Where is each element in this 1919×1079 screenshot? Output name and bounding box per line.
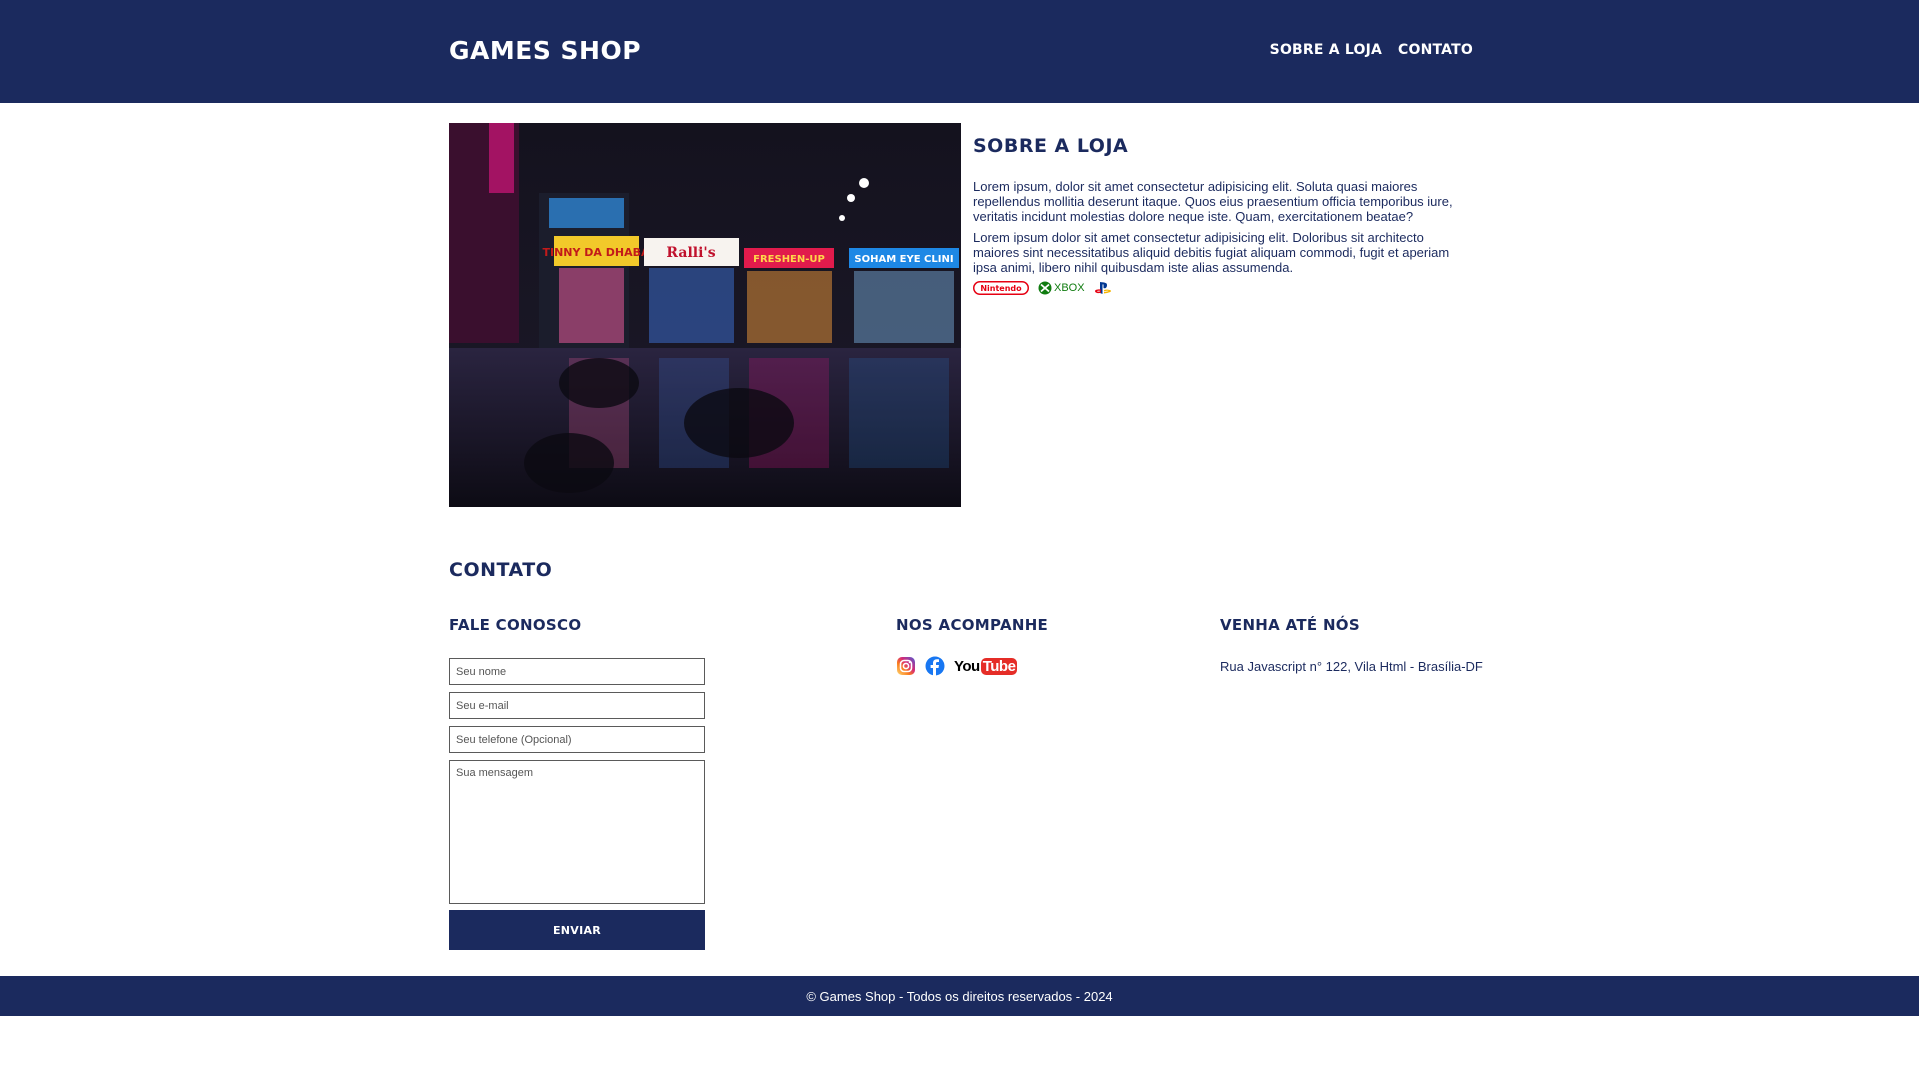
youtube-you-text: You — [954, 657, 980, 675]
phone-input[interactable] — [449, 726, 705, 753]
store-address: Rua Javascript n° 122, Vila Html - Brasí… — [1220, 659, 1483, 674]
main-nav: Sobre a loja Contato — [1270, 42, 1473, 58]
site-header: Games Shop Sobre a loja Contato — [0, 0, 1919, 103]
send-button[interactable]: Enviar — [449, 910, 705, 950]
instagram-icon[interactable] — [896, 656, 916, 676]
store-photo: TINNY DA DHABA Ralli's FRESHEN-UP SOHAM … — [449, 123, 961, 507]
about-paragraph-2: Lorem ipsum dolor sit amet consectetur a… — [973, 230, 1450, 275]
photo-sign-4: SOHAM EYE CLINI — [854, 254, 953, 265]
site-footer: © Games Shop - Todos os direitos reserva… — [0, 976, 1919, 1016]
copyright-text: © Games Shop - Todos os direitos reserva… — [806, 988, 1113, 1004]
xbox-logo: XBOX — [1038, 281, 1085, 295]
about-section: Sobre a loja Lorem ipsum, dolor sit amet… — [973, 135, 1473, 295]
console-brands: Nintendo XBOX — [973, 281, 1473, 295]
xbox-label: XBOX — [1054, 282, 1085, 294]
form-title: Fale conosco — [449, 616, 582, 634]
social-links: You Tube — [896, 656, 1018, 676]
social-title: Nos acompanhe — [896, 616, 1049, 634]
nav-link-sobre[interactable]: Sobre a loja — [1270, 42, 1382, 58]
nintendo-logo-text: Nintendo — [980, 284, 1022, 293]
about-paragraph-1: Lorem ipsum, dolor sit amet consectetur … — [973, 179, 1453, 224]
photo-sign-3: FRESHEN-UP — [753, 254, 825, 265]
playstation-icon — [1094, 282, 1111, 294]
nav-link-contato[interactable]: Contato — [1398, 42, 1473, 58]
visit-title: Venha até nós — [1220, 616, 1360, 634]
brand-logo[interactable]: Games Shop — [449, 36, 641, 65]
facebook-icon[interactable] — [925, 656, 945, 676]
xbox-icon — [1038, 281, 1052, 295]
message-textarea[interactable] — [449, 760, 705, 904]
youtube-icon[interactable]: You Tube — [954, 657, 1018, 675]
nintendo-logo-icon: Nintendo — [973, 281, 1029, 295]
photo-sign-2: Ralli's — [666, 245, 715, 261]
photo-sign-1: TINNY DA DHABA — [542, 246, 650, 259]
about-title: Sobre a loja — [973, 135, 1129, 157]
youtube-tube-text: Tube — [980, 657, 1018, 675]
contact-title: Contato — [449, 559, 553, 581]
name-input[interactable] — [449, 658, 705, 685]
email-input[interactable] — [449, 692, 705, 719]
